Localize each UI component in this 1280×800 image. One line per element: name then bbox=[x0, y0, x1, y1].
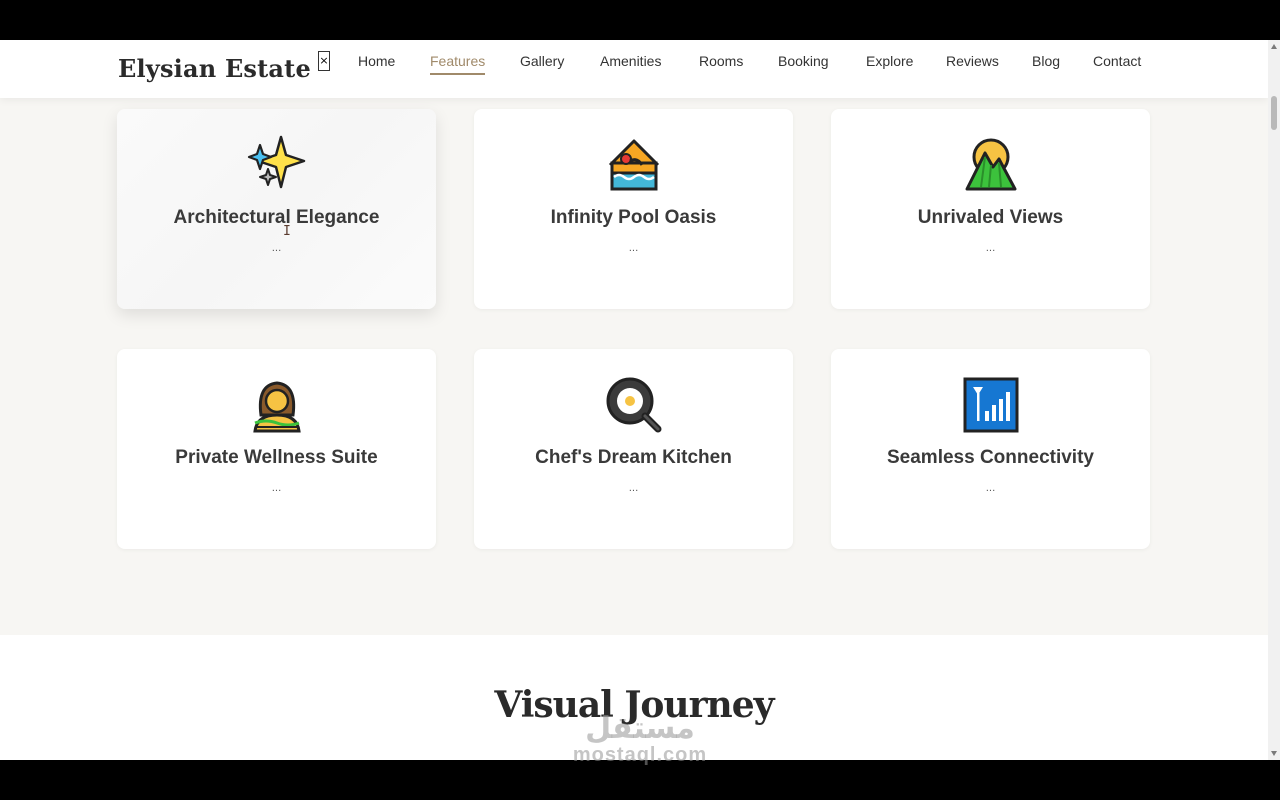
feature-card-desc: ... bbox=[985, 483, 996, 494]
scrollbar[interactable] bbox=[1268, 40, 1280, 760]
sparkles-icon bbox=[117, 135, 436, 195]
feature-card-title: Infinity Pool Oasis bbox=[550, 207, 717, 228]
feature-card-title: Unrivaled Views bbox=[917, 207, 1064, 228]
nav-explore[interactable]: Explore bbox=[866, 53, 913, 73]
feature-card-title: Seamless Connectivity bbox=[887, 447, 1094, 468]
text-cursor-icon: I bbox=[283, 224, 291, 239]
nav-blog[interactable]: Blog bbox=[1032, 53, 1060, 73]
watermark-arabic: مستقل bbox=[585, 711, 695, 746]
feature-card-desc: ... bbox=[628, 243, 639, 254]
scroll-up-arrow-icon[interactable] bbox=[1271, 44, 1277, 49]
nav-amenities[interactable]: Amenities bbox=[600, 53, 661, 73]
feature-card-kitchen[interactable]: Chef's Dream Kitchen ... bbox=[474, 349, 793, 549]
mountain-sun-icon bbox=[831, 135, 1150, 195]
antenna-bars-icon bbox=[831, 375, 1150, 435]
nav-booking[interactable]: Booking bbox=[778, 53, 829, 73]
feature-card-pool[interactable]: Infinity Pool Oasis ... bbox=[474, 109, 793, 309]
feature-card-desc: ... bbox=[271, 483, 282, 494]
nav-home[interactable]: Home bbox=[358, 53, 395, 73]
feature-card-connectivity[interactable]: Seamless Connectivity ... bbox=[831, 349, 1150, 549]
feature-card-title: Architectural Elegance bbox=[173, 207, 380, 228]
close-menu-button[interactable]: × bbox=[318, 51, 330, 71]
page-viewport: Elysian Estate × Home Features Gallery A… bbox=[0, 40, 1268, 760]
watermark: مستقل mostaql.com bbox=[0, 714, 1280, 767]
pool-swimmer-icon bbox=[474, 135, 793, 195]
watermark-latin: mostaql.com bbox=[572, 744, 708, 766]
feature-card-wellness[interactable]: Private Wellness Suite ... bbox=[117, 349, 436, 549]
nav-contact[interactable]: Contact bbox=[1093, 53, 1141, 73]
spa-person-icon bbox=[117, 375, 436, 435]
brand-logo[interactable]: Elysian Estate bbox=[118, 54, 311, 83]
nav-rooms[interactable]: Rooms bbox=[699, 53, 743, 73]
feature-card-desc: ... bbox=[271, 243, 282, 254]
feature-card-title: Chef's Dream Kitchen bbox=[535, 447, 732, 468]
frying-pan-egg-icon bbox=[474, 375, 793, 435]
nav-gallery[interactable]: Gallery bbox=[520, 53, 564, 73]
scroll-thumb[interactable] bbox=[1271, 96, 1277, 130]
feature-card-views[interactable]: Unrivaled Views ... bbox=[831, 109, 1150, 309]
feature-card-desc: ... bbox=[628, 483, 639, 494]
nav-reviews[interactable]: Reviews bbox=[946, 53, 999, 73]
window-top-bar bbox=[0, 0, 1280, 40]
site-header: Elysian Estate × Home Features Gallery A… bbox=[0, 40, 1268, 98]
nav-features[interactable]: Features bbox=[430, 53, 486, 75]
feature-card-desc: ... bbox=[985, 243, 996, 254]
feature-card-title: Private Wellness Suite bbox=[175, 447, 378, 468]
feature-card-architecture[interactable]: Architectural Elegance ... bbox=[117, 109, 436, 309]
